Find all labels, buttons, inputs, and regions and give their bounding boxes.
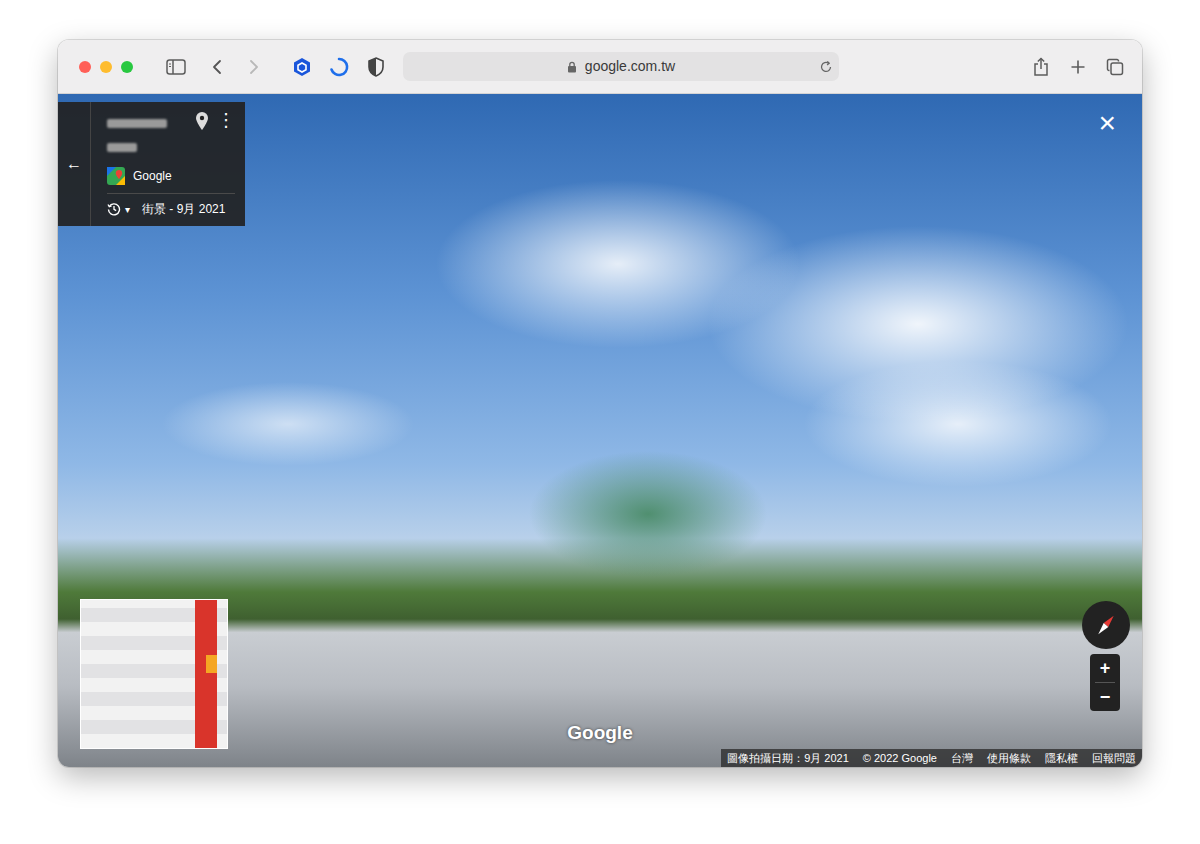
footer-bar: 圖像拍攝日期：9月 2021 © 2022 Google 台灣使用條款隱私權回報問題 — [721, 749, 1142, 768]
close-window-icon[interactable] — [79, 61, 91, 73]
google-maps-icon — [107, 167, 125, 185]
sidebar-icon[interactable] — [163, 54, 189, 80]
capture-date[interactable]: 街景 - 9月 2021 — [142, 200, 225, 218]
toolbar-right — [1028, 54, 1128, 80]
back-icon[interactable] — [204, 54, 230, 80]
reload-icon[interactable] — [819, 60, 833, 74]
address-bar[interactable]: google.com.tw — [403, 52, 839, 81]
compass-icon[interactable] — [1082, 601, 1130, 649]
history-clock-icon[interactable] — [107, 202, 121, 216]
google-watermark: Google — [567, 719, 632, 748]
window-controls — [79, 61, 133, 73]
forward-icon[interactable] — [241, 54, 267, 80]
more-button[interactable]: ⋮ — [217, 111, 235, 129]
history-control[interactable]: ▾ 街景 - 9月 2021 — [107, 200, 235, 218]
browser-window: google.com.tw ← — [58, 40, 1142, 767]
extension-loading-icon[interactable] — [326, 54, 352, 80]
zoom-in-button[interactable]: + — [1090, 654, 1120, 682]
terms-link[interactable]: 使用條款 — [987, 750, 1031, 767]
source-label[interactable]: Google — [133, 167, 172, 185]
blurred-address — [107, 111, 195, 159]
minimize-window-icon[interactable] — [100, 61, 112, 73]
privacy-link[interactable]: 隱私權 — [1045, 750, 1078, 767]
url-text[interactable]: google.com.tw — [585, 56, 675, 77]
zoom-out-button[interactable]: − — [1090, 683, 1120, 711]
info-panel: ← ⋮ Google ▾ 街景 - — [58, 102, 245, 226]
copyright-label: © 2022 Google — [863, 750, 937, 767]
back-arrow-button[interactable]: ← — [58, 102, 91, 226]
pin-icon[interactable] — [195, 111, 209, 131]
zoom-window-icon[interactable] — [121, 61, 133, 73]
report-link[interactable]: 回報問題 — [1092, 750, 1136, 767]
tab-overview-icon[interactable] — [1102, 54, 1128, 80]
mini-map[interactable] — [80, 599, 228, 749]
share-icon[interactable] — [1028, 54, 1054, 80]
history-caret[interactable]: ▾ — [125, 202, 130, 217]
extension-shield-icon[interactable] — [363, 54, 389, 80]
close-button[interactable]: × — [1098, 108, 1116, 138]
zoom-control: + − — [1090, 654, 1120, 711]
new-tab-icon[interactable] — [1065, 54, 1091, 80]
capture-date-label: 圖像拍攝日期：9月 2021 — [727, 750, 849, 767]
region-label: 台灣 — [951, 750, 973, 767]
toolbar: google.com.tw — [58, 40, 1142, 94]
street-view-photo[interactable]: ← ⋮ Google ▾ 街景 - — [58, 94, 1142, 767]
extension-hexagon-icon[interactable] — [289, 54, 315, 80]
lock-icon — [567, 61, 577, 73]
